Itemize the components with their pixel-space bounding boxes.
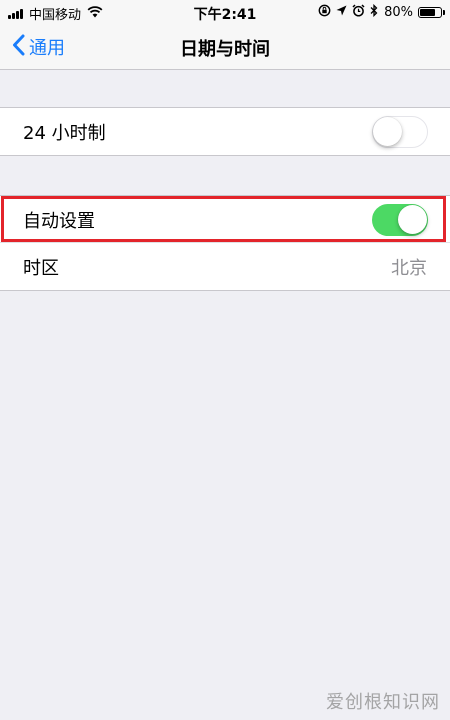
setting-label-timezone: 时区	[23, 257, 59, 279]
navigation-bar: 通用 日期与时间	[0, 24, 450, 70]
toggle-knob	[398, 205, 427, 234]
setting-label-24-hour: 24 小时制	[23, 122, 106, 144]
setting-value-timezone: 北京	[391, 257, 427, 279]
battery-percentage: 80%	[384, 5, 413, 20]
toggle-24-hour[interactable]	[372, 116, 428, 148]
battery-fill	[420, 9, 436, 16]
bluetooth-icon	[370, 3, 378, 21]
settings-group-auto: 自动设置 时区 北京	[0, 195, 450, 291]
settings-group-format: 24 小时制	[0, 107, 450, 156]
toggle-auto-set[interactable]	[372, 204, 428, 236]
status-right: 80%	[313, 3, 445, 21]
watermark: 爱创根知识网	[326, 692, 440, 713]
setting-row-24-hour: 24 小时制	[0, 108, 450, 155]
setting-row-timezone[interactable]: 时区 北京	[0, 243, 450, 290]
setting-label-auto-set: 自动设置	[23, 210, 95, 232]
location-arrow-icon	[336, 5, 347, 20]
toggle-knob	[373, 117, 402, 146]
alarm-clock-icon	[352, 4, 365, 21]
battery-icon	[418, 7, 445, 18]
status-bar: 中国移动 下午2:41 80%	[0, 0, 450, 24]
page-title: 日期与时间	[180, 39, 270, 60]
rotation-lock-icon	[318, 4, 331, 21]
setting-row-auto-set: 自动设置	[0, 196, 450, 243]
